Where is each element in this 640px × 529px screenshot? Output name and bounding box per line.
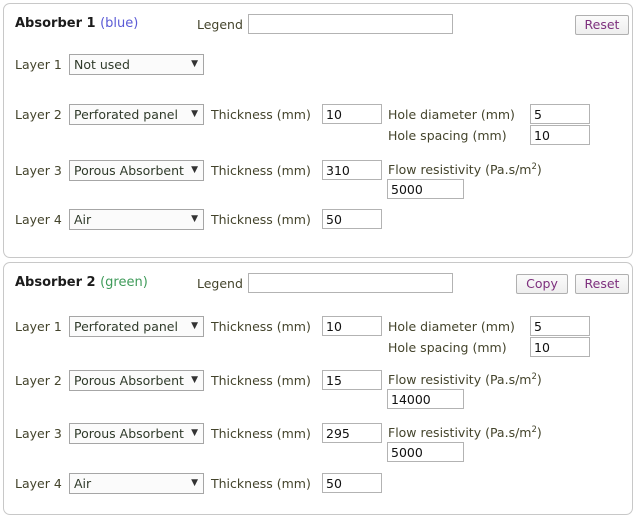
absorber-2-layer-4-material-select[interactable]: Air ▼ [69,473,204,494]
absorber-2-layer-1-hole-spacing-label: Hole spacing (mm) [388,340,507,355]
absorber-2-layer-4-thickness-label: Thickness (mm) [211,476,311,491]
absorber-1-layer-4-label: Layer 4 [15,212,62,227]
chevron-down-icon: ▼ [191,375,198,385]
absorber-1-legend-input[interactable] [248,14,453,34]
absorber-2-layer-1-row: Layer 1 Perforated panel ▼ Thickness (mm… [4,316,632,360]
absorber-1-layer-2-thickness-label: Thickness (mm) [211,107,311,122]
absorber-1-layer-1-label: Layer 1 [15,57,62,72]
absorber-2-layer-3-thickness-label: Thickness (mm) [211,426,311,441]
absorber-2-layer-1-hole-diameter-input[interactable] [530,316,590,336]
absorber-2-title: Absorber 2 (green) [15,275,148,290]
absorber-2-layer-2-flow-label: Flow resistivity (Pa.s/m2) [388,372,542,387]
absorber-2-layer-3-flow-input[interactable] [387,442,464,462]
absorber-1-layer-3-flow-label: Flow resistivity (Pa.s/m2) [388,162,542,177]
absorber-1-header: Absorber 1 (blue) Legend Reset [4,13,632,39]
absorber-1-layer-3-material-value: Porous Absorbent [74,163,184,178]
chevron-down-icon: ▼ [191,428,198,438]
absorber-2-legend-input[interactable] [248,273,453,293]
absorber-1-layer-3-flow-input[interactable] [387,179,464,199]
flow-label-close: ) [536,372,542,387]
absorber-1-layer-4-material-select[interactable]: Air ▼ [69,209,204,230]
absorber-2-layer-3-thickness-input[interactable] [322,423,382,443]
absorber-2-layer-3-row: Layer 3 Porous Absorbent ▼ Thickness (mm… [4,423,632,467]
absorber-1-layer-2-label: Layer 2 [15,107,62,122]
absorber-1-layer-3-material-select[interactable]: Porous Absorbent ▼ [69,160,204,181]
absorber-1-reset-button[interactable]: Reset [575,15,629,35]
absorber-2-layer-3-material-value: Porous Absorbent [74,426,184,441]
absorber-1-layer-4-thickness-label: Thickness (mm) [211,212,311,227]
absorber-2-layer-2-label: Layer 2 [15,373,62,388]
absorber-1-legend-label: Legend [197,17,243,32]
absorber-2-layer-2-material-select[interactable]: Porous Absorbent ▼ [69,370,204,391]
absorber-2-layer-1-label: Layer 1 [15,319,62,334]
flow-label-close: ) [536,425,542,440]
absorber-1-layer-3-thickness-label: Thickness (mm) [211,163,311,178]
flow-label-main: Flow resistivity (Pa.s/m [388,425,532,440]
absorber-1-color-name: (blue) [100,16,139,31]
chevron-down-icon: ▼ [191,321,198,331]
absorber-1-layer-4-material-value: Air [74,212,92,227]
absorber-2-layer-1-thickness-input[interactable] [322,316,382,336]
absorber-1-layer-2-hole-diameter-input[interactable] [530,104,590,124]
absorber-1-layer-3-label: Layer 3 [15,163,62,178]
chevron-down-icon: ▼ [191,109,198,119]
absorber-1-layer-1-material-select[interactable]: Not used ▼ [69,54,204,75]
absorber-2-layer-1-hole-diameter-label: Hole diameter (mm) [388,319,515,334]
absorber-2-layer-2-thickness-label: Thickness (mm) [211,373,311,388]
absorber-1-layer-4-thickness-input[interactable] [322,209,382,229]
absorber-2-color-name: (green) [100,275,148,290]
flow-label-main: Flow resistivity (Pa.s/m [388,372,532,387]
chevron-down-icon: ▼ [191,478,198,488]
absorber-2-copy-button[interactable]: Copy [516,274,568,294]
absorber-1-layer-2-row: Layer 2 Perforated panel ▼ Thickness (mm… [4,104,632,148]
absorber-1-layer-2-hole-spacing-label: Hole spacing (mm) [388,128,507,143]
absorber-2-layer-2-material-value: Porous Absorbent [74,373,184,388]
absorber-2-layer-1-thickness-label: Thickness (mm) [211,319,311,334]
absorber-2-layer-4-thickness-input[interactable] [322,473,382,493]
absorber-2-layer-3-flow-label: Flow resistivity (Pa.s/m2) [388,425,542,440]
absorber-1-layer-2-material-select[interactable]: Perforated panel ▼ [69,104,204,125]
chevron-down-icon: ▼ [191,59,198,69]
flow-label-main: Flow resistivity (Pa.s/m [388,162,532,177]
absorber-1-layer-2-material-value: Perforated panel [74,107,178,122]
absorber-2-layer-1-material-value: Perforated panel [74,319,178,334]
absorber-2-layer-2-row: Layer 2 Porous Absorbent ▼ Thickness (mm… [4,370,632,414]
absorber-1-layer-2-thickness-input[interactable] [322,104,382,124]
absorber-2-reset-button[interactable]: Reset [575,274,629,294]
absorber-2-legend-label: Legend [197,276,243,291]
absorber-2-layer-4-label: Layer 4 [15,476,62,491]
absorber-2-layer-4-row: Layer 4 Air ▼ Thickness (mm) [4,473,632,517]
absorber-2-layer-1-hole-spacing-input[interactable] [530,337,590,357]
absorber-2-layer-3-label: Layer 3 [15,426,62,441]
absorber-2-layer-3-material-select[interactable]: Porous Absorbent ▼ [69,423,204,444]
absorber-1-layer-3-row: Layer 3 Porous Absorbent ▼ Thickness (mm… [4,160,632,204]
absorber-1-panel: Absorber 1 (blue) Legend Reset Layer 1 N… [3,3,633,258]
absorber-2-panel: Absorber 2 (green) Legend Copy Reset Lay… [3,262,633,515]
absorber-2-layer-1-material-select[interactable]: Perforated panel ▼ [69,316,204,337]
chevron-down-icon: ▼ [191,165,198,175]
absorber-2-layer-2-thickness-input[interactable] [322,370,382,390]
absorber-1-layer-2-hole-spacing-input[interactable] [530,125,590,145]
flow-label-close: ) [536,162,542,177]
absorber-1-layer-1-row: Layer 1 Not used ▼ [4,54,632,98]
absorber-2-layer-2-flow-input[interactable] [387,389,464,409]
absorber-2-header: Absorber 2 (green) Legend Copy Reset [4,272,632,298]
absorber-1-title: Absorber 1 (blue) [15,16,138,31]
absorber-1-layer-4-row: Layer 4 Air ▼ Thickness (mm) [4,209,632,253]
chevron-down-icon: ▼ [191,214,198,224]
absorber-2-title-text: Absorber 2 [15,275,96,290]
absorber-2-layer-4-material-value: Air [74,476,92,491]
absorber-1-title-text: Absorber 1 [15,16,96,31]
absorber-1-layer-3-thickness-input[interactable] [322,160,382,180]
absorber-1-layer-1-material-value: Not used [74,57,130,72]
absorber-1-layer-2-hole-diameter-label: Hole diameter (mm) [388,107,515,122]
